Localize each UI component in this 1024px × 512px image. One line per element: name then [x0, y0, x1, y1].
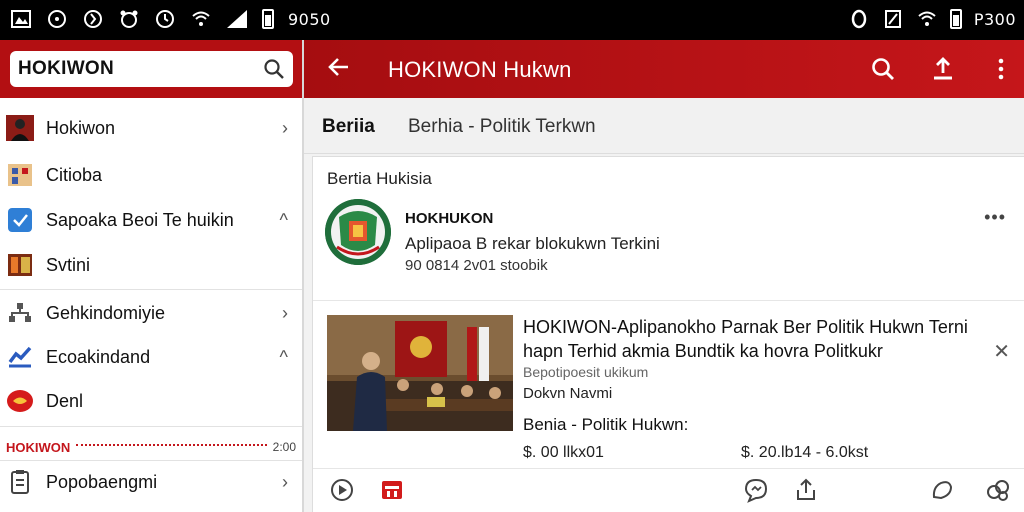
menu-divider: [0, 426, 302, 427]
card-divider: [313, 300, 1024, 301]
search-icon[interactable]: [263, 58, 285, 80]
chevron-up-icon: ^: [279, 346, 288, 367]
app-bar: HOKIWON Hukwn: [304, 40, 1024, 98]
sidebar-item-svtini[interactable]: Svtini: [0, 243, 302, 287]
breadcrumb[interactable]: Berhia - Politik Terkwn: [408, 116, 596, 138]
sidebar-item-label: Ecoakindand: [46, 346, 151, 367]
user-avatar-icon: [6, 115, 34, 141]
chevron-right-icon: ›: [282, 117, 288, 138]
publisher-logo[interactable]: [325, 199, 391, 265]
brand-logo-icon: [6, 388, 34, 414]
chevron-right-icon: ›: [282, 471, 288, 492]
menu-divider: [0, 289, 302, 290]
location-icon: [848, 8, 870, 30]
sidebar-item-popobaengmi[interactable]: Popobaengmi ›: [0, 460, 302, 504]
tab-berita[interactable]: Beriia: [322, 116, 375, 138]
sidebar-item-label: Svtini: [46, 254, 91, 275]
like-icon[interactable]: [929, 477, 955, 503]
more-options-icon[interactable]: •••: [984, 207, 1006, 228]
article-thumbnail[interactable]: [327, 315, 513, 431]
status-bar: 9050 P300: [0, 0, 1024, 40]
check-badge-icon: [6, 207, 34, 233]
publisher-name[interactable]: HOKHUKON: [405, 210, 493, 227]
sidebar-item-citioba[interactable]: Citioba: [0, 153, 302, 197]
network-icon: [6, 300, 34, 326]
gallery-icon: [10, 8, 32, 30]
share-icon[interactable]: [793, 477, 819, 503]
section-meta: 2:00: [272, 440, 296, 454]
section-label: HOKIWON: [6, 439, 71, 455]
drawer-header: HOKIWON: [0, 40, 302, 98]
sidebar-item-label: Sapoaka Beoi Te huikin: [46, 209, 234, 230]
search-value: HOKIWON: [18, 58, 115, 79]
sidebar-item-label: Denl: [46, 390, 84, 411]
card-title: Bertia Hukisia: [327, 169, 432, 188]
bookmark-icon[interactable]: [379, 477, 405, 503]
reaction-icon[interactable]: [985, 477, 1011, 503]
publish-time: 90 0814 2v01 stoobik: [405, 257, 548, 274]
left-drawer: HOKIWON Hokiwon › Citioba Sapoaka Beoi T…: [0, 40, 304, 512]
sync-icon: [46, 8, 68, 30]
nfc-icon: [882, 8, 904, 30]
news-card: Bertia Hukisia HOKHUKON Aplipaoa B rekar…: [312, 156, 1024, 512]
sidebar-item-label: Hokiwon: [46, 117, 116, 138]
sidebar-item-gehkindomiyie[interactable]: Gehkindomiyie ›: [0, 291, 302, 335]
section-header: HOKIWON 2:00: [6, 436, 296, 458]
play-icon[interactable]: [329, 477, 355, 503]
signal-icon: [226, 8, 248, 30]
status-time-left: 9050: [288, 9, 331, 29]
status-time-right: P300: [973, 9, 1016, 29]
share-upload-icon[interactable]: [930, 56, 956, 82]
comment-icon[interactable]: [743, 477, 769, 503]
close-icon[interactable]: ✕: [993, 339, 1010, 364]
main-content: HOKIWON Hukwn Beriia Berhia - Politik Te…: [304, 40, 1024, 512]
battery-icon-right: [949, 9, 962, 29]
battery-icon: [262, 9, 274, 29]
wifi-icon-right: [916, 8, 938, 30]
wifi-icon: [190, 8, 212, 30]
article-title[interactable]: HOKIWON-Aplipanokho Parnak Ber Politik H…: [523, 315, 993, 363]
back-arrow-icon[interactable]: [326, 54, 352, 85]
more-vertical-icon[interactable]: [988, 56, 1014, 82]
chart-icon: [6, 344, 34, 370]
article-source: Dokvn Navmi: [523, 385, 613, 402]
tab-bar: Beriia Berhia - Politik Terkwn: [304, 98, 1024, 154]
sidebar-item-denl[interactable]: Denl: [0, 379, 302, 423]
sidebar-item-hokiwon[interactable]: Hokiwon ›: [0, 106, 302, 150]
article-meta-left: $. 00 llkx01: [523, 444, 604, 461]
publisher-description: Aplipaoa B rekar blokukwn Terkini: [405, 234, 660, 253]
sidebar-item-ecoakindand[interactable]: Ecoakindand ^: [0, 335, 302, 379]
article-category[interactable]: Benia - Politik Hukwn:: [523, 415, 688, 435]
chevron-right-icon: ›: [282, 302, 288, 323]
sidebar-item-label: Gehkindomiyie: [46, 302, 166, 323]
card-divider: [313, 468, 1024, 469]
sidebar-item-sapoaka[interactable]: Sapoaka Beoi Te huikin ^: [0, 198, 302, 242]
clock-icon: [154, 8, 176, 30]
alarm-icon: [118, 8, 140, 30]
app-bar-title: HOKIWON Hukwn: [388, 57, 572, 82]
search-input[interactable]: HOKIWON: [10, 51, 293, 87]
sidebar-item-label: Citioba: [46, 164, 103, 185]
media-icon: [6, 252, 34, 278]
sidebar-item-label: Popobaengmi: [46, 471, 158, 492]
clipboard-icon: [6, 469, 34, 495]
building-icon: [6, 162, 34, 188]
data-icon: [82, 8, 104, 30]
chevron-up-icon: ^: [279, 209, 288, 230]
search-icon[interactable]: [870, 56, 896, 82]
article-subtitle: Bepotipoesit ukikum: [523, 364, 649, 380]
section-divider: [76, 444, 267, 446]
article-meta-right: $. 20.lb14 - 6.0kst: [741, 444, 869, 461]
